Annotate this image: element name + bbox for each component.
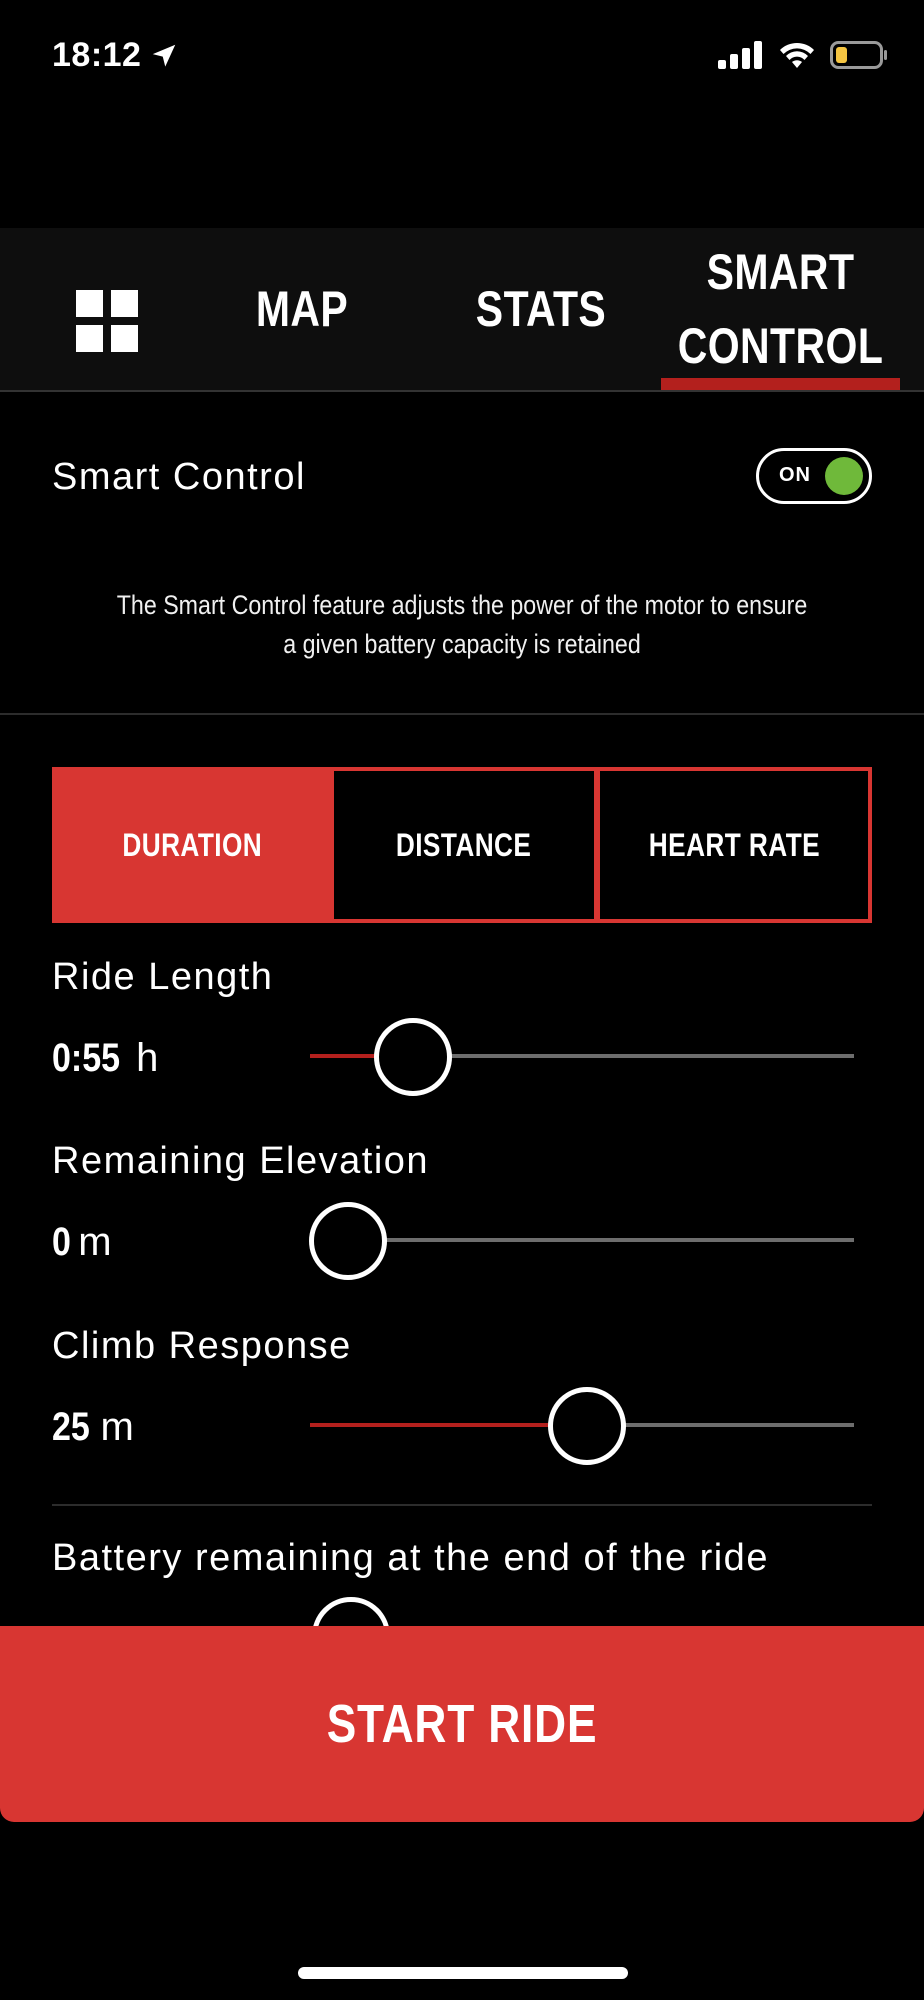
- grid-icon: [76, 290, 138, 352]
- tab-stats[interactable]: STATS: [463, 228, 619, 390]
- ride-length-slider[interactable]: [310, 1018, 854, 1096]
- tab-stats-label: STATS: [475, 281, 607, 337]
- climb-response-slider-handle[interactable]: [548, 1387, 627, 1465]
- cellular-signal-icon: [718, 41, 762, 69]
- climb-response-track-fill: [310, 1423, 588, 1427]
- ride-length-slider-handle[interactable]: [374, 1018, 453, 1096]
- remaining-elevation-number: 0: [52, 1220, 71, 1264]
- tab-smart-control[interactable]: SMART CONTROL: [678, 228, 883, 390]
- toggle-knob: [825, 457, 863, 495]
- ride-length-unit: h: [136, 1036, 159, 1080]
- section-divider: [0, 713, 924, 715]
- ride-length-number: 0:55: [52, 1036, 121, 1080]
- climb-response-label: Climb Response: [52, 1325, 352, 1367]
- smart-control-description: The Smart Control feature adjusts the po…: [116, 590, 808, 659]
- climb-response-slider[interactable]: [310, 1387, 854, 1465]
- toggle-state-text: ON: [779, 464, 811, 486]
- slider-divider: [52, 1504, 872, 1506]
- mode-heart-rate-button[interactable]: HEART RATE: [600, 771, 868, 919]
- smart-control-toggle[interactable]: ON: [756, 448, 872, 504]
- tab-map-label: MAP: [255, 281, 349, 337]
- tab-dashboard[interactable]: [60, 278, 150, 368]
- tab-bar: MAP STATS SMART CONTROL: [0, 228, 924, 392]
- battery-low-icon: [830, 41, 887, 69]
- ride-length-label: Ride Length: [52, 956, 274, 998]
- remaining-elevation-slider-handle[interactable]: [309, 1202, 388, 1280]
- home-indicator[interactable]: [298, 1967, 628, 1979]
- smart-control-label: Smart Control: [52, 456, 306, 498]
- mode-segmented-control: DURATION DISTANCE HEART RATE: [52, 767, 872, 923]
- remaining-elevation-label: Remaining Elevation: [52, 1140, 430, 1182]
- active-tab-indicator: [661, 378, 900, 390]
- battery-remaining-label: Battery remaining at the end of the ride: [52, 1537, 769, 1579]
- start-ride-label: START RIDE: [326, 1694, 598, 1754]
- status-bar-time: 18:12: [52, 36, 179, 75]
- mode-duration-label: DURATION: [122, 826, 262, 863]
- ride-length-value: 0:55 h: [52, 1036, 158, 1081]
- mode-distance-button[interactable]: DISTANCE: [328, 771, 600, 919]
- remaining-elevation-unit: m: [78, 1220, 112, 1264]
- time-text: 18:12: [52, 36, 142, 74]
- remaining-elevation-value: 0 m: [52, 1220, 112, 1265]
- wifi-icon: [780, 42, 814, 68]
- status-bar-icons: [718, 40, 888, 70]
- tab-map[interactable]: MAP: [228, 228, 376, 390]
- location-arrow-icon: [153, 44, 176, 67]
- mode-duration-button[interactable]: DURATION: [56, 771, 328, 919]
- climb-response-value: 25 m: [52, 1405, 134, 1450]
- remaining-elevation-slider[interactable]: [309, 1202, 854, 1280]
- mode-heart-rate-label: HEART RATE: [648, 826, 820, 863]
- tab-smart-control-label: SMART CONTROL: [677, 244, 884, 374]
- mode-distance-label: DISTANCE: [396, 826, 532, 863]
- start-ride-button[interactable]: START RIDE: [0, 1626, 924, 1822]
- climb-response-number: 25: [52, 1405, 90, 1449]
- climb-response-unit: m: [100, 1405, 134, 1449]
